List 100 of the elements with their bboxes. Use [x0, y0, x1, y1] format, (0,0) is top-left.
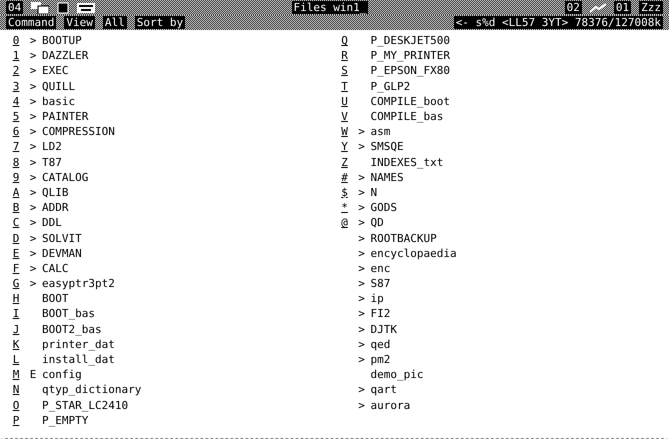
entry-marker: >	[357, 216, 366, 230]
file-name[interactable]: QLIB	[42, 186, 68, 199]
shortcut-key: O	[8, 398, 24, 412]
indicator-label: 04	[6, 1, 24, 14]
file-name[interactable]: P_EPSON_FX80	[370, 64, 450, 78]
entry-marker: >	[357, 262, 366, 275]
file-name[interactable]: INDEXES_txt	[370, 156, 444, 169]
entry-marker: >	[28, 201, 38, 214]
shortcut-key: 8	[8, 156, 24, 169]
file-name[interactable]: ROOTBACKUP	[370, 232, 437, 245]
file-name[interactable]: easyptr3pt2	[42, 277, 115, 290]
menu-item[interactable]: Sort by	[134, 16, 186, 29]
menu-item[interactable]: View	[64, 16, 95, 29]
file-name[interactable]: aurora	[370, 398, 410, 412]
shortcut-key: N	[8, 383, 24, 396]
shortcut-key: H	[8, 292, 24, 306]
entry-marker: >	[357, 201, 366, 214]
file-name[interactable]: P_STAR_LC2410	[42, 398, 128, 412]
shortcut-key: F	[8, 262, 24, 275]
entry-marker: >	[28, 34, 38, 48]
menu-item[interactable]: Command	[6, 16, 56, 29]
file-name[interactable]: DEVMAN	[42, 246, 82, 260]
file-name[interactable]: SOLVIT	[42, 232, 82, 245]
file-name[interactable]: asm	[370, 125, 390, 138]
file-name[interactable]: NAMES	[370, 170, 404, 184]
file-name[interactable]: QD	[370, 216, 384, 230]
shortcut-key: *	[336, 201, 352, 214]
file-name[interactable]: SMSQE	[370, 140, 404, 154]
file-name[interactable]: basic	[42, 94, 76, 108]
file-name[interactable]: T87	[42, 156, 62, 169]
file-name[interactable]: qtyp_dictionary	[42, 383, 142, 396]
file-name[interactable]: PAINTER	[42, 110, 88, 124]
menu-item[interactable]: All	[102, 16, 127, 29]
file-name[interactable]: S87	[370, 277, 390, 290]
file-name[interactable]: CALC	[42, 262, 68, 275]
entry-marker: >	[357, 292, 366, 306]
file-name[interactable]: BOOT_bas	[42, 307, 95, 320]
file-name[interactable]: qed	[370, 338, 390, 351]
shortcut-key: C	[8, 216, 24, 230]
shortcut-key: M	[8, 368, 24, 382]
file-name[interactable]: config	[42, 368, 82, 382]
file-name[interactable]: EXEC	[42, 64, 68, 78]
shortcut-key: Y	[336, 140, 352, 154]
file-name[interactable]: P_MY_PRINTER	[370, 49, 450, 62]
shortcut-key: V	[336, 110, 352, 124]
entry-marker: >	[357, 398, 366, 412]
file-name[interactable]: FI2	[370, 307, 390, 320]
shortcut-key: S	[336, 64, 352, 78]
entry-marker: >	[28, 140, 38, 154]
entry-marker: >	[28, 277, 38, 290]
shortcut-key: L	[8, 353, 24, 366]
entry-marker: >	[357, 170, 366, 184]
file-name[interactable]: P_EMPTY	[42, 414, 88, 427]
shortcut-key: R	[336, 49, 352, 62]
shortcut-key: E	[8, 246, 24, 260]
file-name[interactable]: BOOT2_bas	[42, 322, 102, 336]
file-name[interactable]: GODS	[370, 201, 397, 214]
file-name[interactable]: COMPILE_bas	[370, 110, 444, 124]
shortcut-key: 7	[8, 140, 24, 154]
file-name[interactable]: P_DESKJET500	[370, 34, 450, 48]
file-name[interactable]: ADDR	[42, 201, 68, 214]
file-name[interactable]: pm2	[370, 353, 390, 366]
file-name[interactable]: LD2	[42, 140, 62, 154]
file-name[interactable]: CATALOG	[42, 170, 88, 184]
file-name[interactable]: COMPRESSION	[42, 125, 115, 138]
file-name[interactable]: N	[370, 186, 378, 199]
shortcut-key: 2	[8, 64, 24, 78]
shortcut-key: A	[8, 186, 24, 199]
shortcut-key: B	[8, 201, 24, 214]
file-name[interactable]: ip	[370, 292, 384, 306]
entry-marker: >	[28, 156, 38, 169]
windows-icon[interactable]	[31, 2, 50, 14]
entry-marker: >	[357, 383, 366, 396]
shortcut-key: #	[336, 170, 352, 184]
entry-marker: >	[357, 232, 366, 245]
file-name[interactable]: P_GLP2	[370, 80, 410, 93]
entry-marker: >	[28, 232, 38, 245]
entry-marker: >	[28, 170, 38, 184]
entry-marker: >	[28, 262, 38, 275]
entry-marker: >	[357, 140, 366, 154]
entry-marker: >	[357, 338, 366, 351]
file-name[interactable]: BOOTUP	[42, 34, 82, 48]
file-name[interactable]: DJTK	[370, 322, 397, 336]
file-name[interactable]: QUILL	[42, 80, 76, 93]
status-text: <- s%d <LL57 3YT> 78376/127008k	[454, 16, 663, 29]
file-name[interactable]: qart	[370, 383, 397, 396]
file-name[interactable]: COMPILE_boot	[370, 94, 450, 108]
file-name[interactable]: encyclopaedia	[370, 246, 457, 260]
shortcut-key: 9	[8, 170, 24, 184]
file-name[interactable]: demo_pic	[370, 368, 424, 382]
shortcut-key: 6	[8, 125, 24, 138]
indicator-label: 02	[564, 1, 582, 14]
entry-marker: >	[357, 246, 366, 260]
file-name[interactable]: install_dat	[42, 353, 115, 366]
file-name[interactable]: BOOT	[42, 292, 68, 306]
file-name[interactable]: printer_dat	[42, 338, 115, 351]
file-name[interactable]: DDL	[42, 216, 62, 230]
file-name[interactable]: DAZZLER	[42, 49, 88, 62]
file-name[interactable]: enc	[370, 262, 390, 275]
square-icon[interactable]	[57, 2, 70, 14]
